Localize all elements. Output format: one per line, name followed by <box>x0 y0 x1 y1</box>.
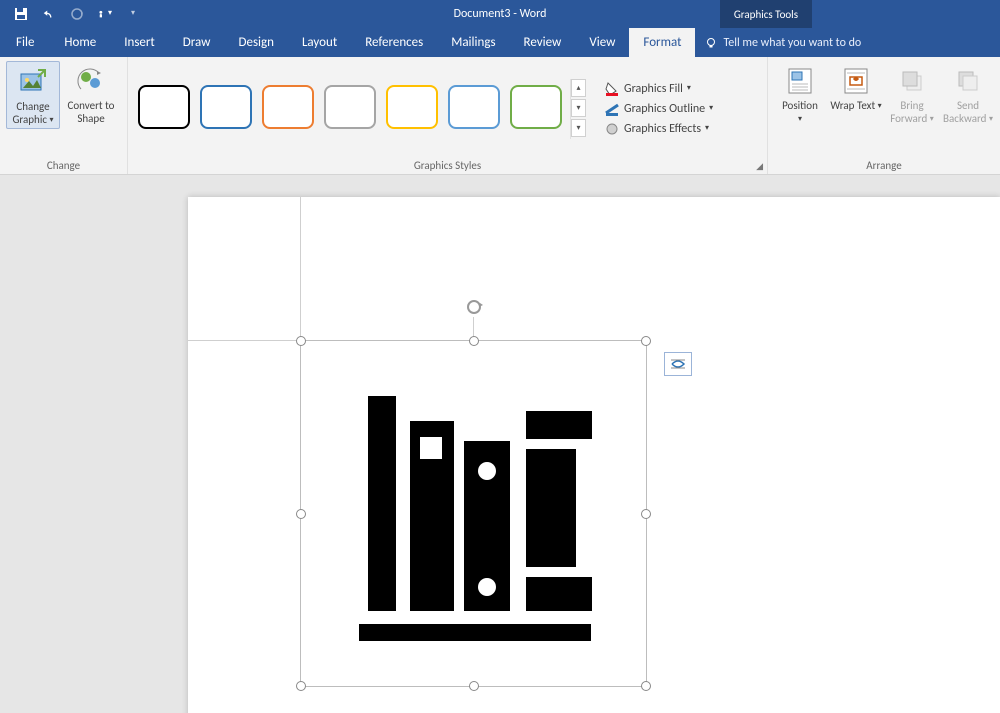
bring-forward-icon <box>886 65 938 97</box>
tab-mailings[interactable]: Mailings <box>437 28 509 57</box>
gallery-down-button[interactable]: ▾ <box>571 99 586 117</box>
position-icon <box>774 65 826 97</box>
fill-icon <box>604 81 620 97</box>
crop-guideline <box>300 197 301 340</box>
group-label-arrange: Arrange <box>774 157 994 172</box>
resize-handle-se[interactable] <box>641 681 651 691</box>
style-swatch-1[interactable] <box>200 85 252 129</box>
style-swatch-3[interactable] <box>324 85 376 129</box>
group-change: Change Graphic ▾ Convert to Shape Change <box>0 57 128 174</box>
change-graphic-button[interactable]: Change Graphic ▾ <box>6 61 60 129</box>
tab-draw[interactable]: Draw <box>169 28 225 57</box>
tab-references[interactable]: References <box>351 28 437 57</box>
quick-access-toolbar: ▾ ▾ <box>0 7 140 21</box>
outline-icon <box>604 101 620 117</box>
send-backward-icon <box>942 65 994 97</box>
resize-handle-n[interactable] <box>469 336 479 346</box>
wrap-text-icon <box>830 65 882 97</box>
contextual-tab-label: Graphics Tools <box>720 0 812 28</box>
gallery-spinner: ▴ ▾ ▾ <box>570 79 586 139</box>
graphics-outline-button[interactable]: Graphics Outline▾ <box>604 101 713 117</box>
title-bar: ▾ ▾ Document3 - Word Graphics Tools <box>0 0 1000 28</box>
convert-to-shape-icon <box>64 65 118 97</box>
ribbon: Change Graphic ▾ Convert to Shape Change… <box>0 57 1000 175</box>
wrap-text-button[interactable]: Wrap Text ▾ <box>830 61 882 114</box>
tab-layout[interactable]: Layout <box>288 28 351 57</box>
style-swatch-5[interactable] <box>448 85 500 129</box>
inserted-graphic-books-icon[interactable] <box>301 341 648 688</box>
resize-handle-w[interactable] <box>296 509 306 519</box>
tab-insert[interactable]: Insert <box>110 28 169 57</box>
group-label-change: Change <box>6 157 121 172</box>
tab-view[interactable]: View <box>575 28 629 57</box>
ribbon-tabs: File Home Insert Draw Design Layout Refe… <box>0 28 1000 57</box>
window-title: Document3 - Word <box>454 7 547 21</box>
redo-icon[interactable] <box>70 7 84 21</box>
group-arrange: Position▾ Wrap Text ▾ Bring Forward ▾ Se… <box>768 57 1000 174</box>
graphics-effects-button[interactable]: Graphics Effects▾ <box>604 121 713 137</box>
change-graphic-icon <box>7 66 59 98</box>
graphics-fill-button[interactable]: Graphics Fill▾ <box>604 81 713 97</box>
style-swatch-2[interactable] <box>262 85 314 129</box>
qat-customize-icon[interactable]: ▾ <box>126 7 140 21</box>
styles-dialog-launcher[interactable]: ◢ <box>756 161 763 172</box>
position-button[interactable]: Position▾ <box>774 61 826 127</box>
document-workspace[interactable] <box>0 175 1000 713</box>
rotate-handle[interactable] <box>464 297 484 317</box>
touch-mode-icon[interactable]: ▾ <box>98 7 112 21</box>
tab-home[interactable]: Home <box>50 28 110 57</box>
resize-handle-s[interactable] <box>469 681 479 691</box>
style-swatch-4[interactable] <box>386 85 438 129</box>
style-gallery[interactable] <box>134 79 566 135</box>
tell-me-label: Tell me what you want to do <box>723 36 861 50</box>
document-page[interactable] <box>188 197 1000 713</box>
save-icon[interactable] <box>14 7 28 21</box>
send-backward-button[interactable]: Send Backward ▾ <box>942 61 994 127</box>
tab-format[interactable]: Format <box>629 28 695 57</box>
resize-handle-sw[interactable] <box>296 681 306 691</box>
gallery-up-button[interactable]: ▴ <box>571 79 586 97</box>
crop-guideline <box>188 340 300 341</box>
resize-handle-ne[interactable] <box>641 336 651 346</box>
group-label-styles: Graphics Styles <box>134 157 761 172</box>
undo-icon[interactable] <box>42 7 56 21</box>
convert-to-shape-button[interactable]: Convert to Shape <box>64 61 118 125</box>
tell-me-search[interactable]: Tell me what you want to do <box>695 28 861 57</box>
gallery-more-button[interactable]: ▾ <box>571 119 586 137</box>
bring-forward-button[interactable]: Bring Forward ▾ <box>886 61 938 127</box>
layout-options-button[interactable] <box>664 352 692 376</box>
tab-design[interactable]: Design <box>224 28 287 57</box>
tab-file[interactable]: File <box>0 28 50 57</box>
resize-handle-e[interactable] <box>641 509 651 519</box>
style-swatch-0[interactable] <box>138 85 190 129</box>
resize-handle-nw[interactable] <box>296 336 306 346</box>
group-graphics-styles: ▴ ▾ ▾ Graphics Fill▾ Graphics Outline▾ G… <box>128 57 768 174</box>
style-swatch-6[interactable] <box>510 85 562 129</box>
effects-icon <box>604 121 620 137</box>
layout-options-icon <box>669 357 687 371</box>
tab-review[interactable]: Review <box>510 28 576 57</box>
graphic-selection-frame[interactable] <box>300 340 647 687</box>
lightbulb-icon <box>705 37 717 49</box>
